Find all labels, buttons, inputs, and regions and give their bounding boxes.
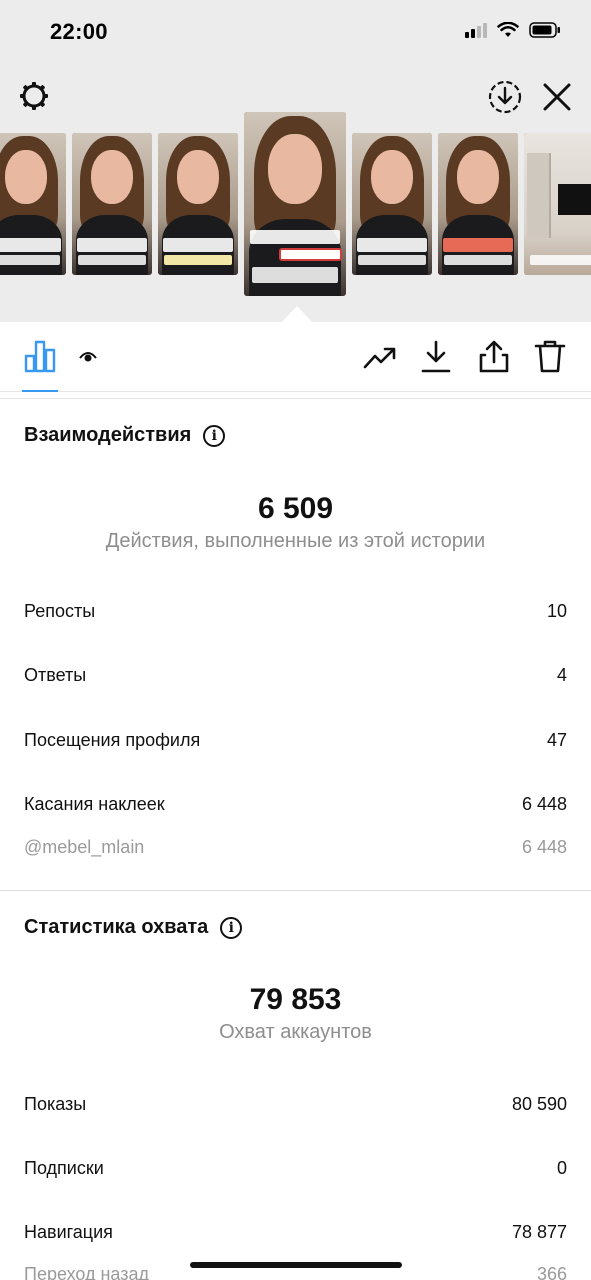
download-circle-icon[interactable]	[486, 78, 524, 116]
stat-label: Подписки	[24, 1158, 104, 1178]
status-bar: 22:00	[0, 0, 591, 64]
stat-sub-value: 6 448	[521, 837, 567, 857]
status-time: 22:00	[50, 19, 108, 44]
home-indicator[interactable]	[190, 1262, 402, 1268]
stat-row: Навигация 78 877	[24, 1222, 567, 1243]
stat-value: 6 448	[521, 794, 567, 814]
download-icon[interactable]	[416, 336, 456, 376]
stat-row: Подписки 0	[24, 1158, 567, 1179]
stat-sub-label[interactable]: @mebel_mlain	[24, 837, 144, 858]
stat-value: 47	[546, 730, 567, 750]
story-thumbnail[interactable]	[524, 133, 591, 275]
info-icon[interactable]: i	[203, 424, 226, 447]
stat-row: Ответы 4	[24, 665, 567, 686]
story-thumbnail[interactable]	[72, 133, 152, 275]
stat-value: 4	[556, 665, 567, 685]
stat-label: Репосты	[24, 601, 96, 621]
stat-value: 78 877	[511, 1222, 567, 1242]
share-icon[interactable]	[474, 336, 514, 376]
trash-icon[interactable]	[530, 336, 570, 376]
stat-label: Навигация	[24, 1222, 113, 1242]
story-thumbnail[interactable]	[352, 133, 432, 275]
close-icon[interactable]	[538, 78, 576, 116]
wifi-icon	[497, 22, 519, 37]
stat-row: Посещения профиля 47	[24, 730, 567, 751]
stat-value: 10	[546, 601, 567, 621]
reach-total: 79 853	[249, 983, 342, 1016]
interactions-title: Взаимодействия	[24, 424, 192, 446]
gear-icon[interactable]	[16, 78, 52, 114]
stat-row: Репосты 10	[24, 601, 567, 622]
stat-label: Показы	[24, 1094, 87, 1114]
section-divider	[0, 398, 591, 399]
story-thumbnail[interactable]	[158, 133, 238, 275]
stat-label: Посещения профиля	[24, 730, 201, 750]
story-thumbnail[interactable]	[0, 133, 66, 275]
eye-icon[interactable]	[76, 344, 100, 368]
insights-toolbar	[0, 322, 591, 392]
signal-icon	[465, 22, 487, 38]
selection-pointer	[282, 306, 312, 322]
bar-chart-icon[interactable]	[20, 336, 60, 376]
stat-row: Показы 80 590	[24, 1094, 567, 1115]
story-thumbnail-selected[interactable]	[244, 112, 346, 296]
stat-label: Ответы	[24, 665, 87, 685]
section-title-interactions: Взаимодействия i	[24, 424, 226, 447]
story-thumbnail-strip[interactable]	[0, 112, 591, 298]
active-tab-indicator	[22, 390, 58, 392]
stat-sub-row[interactable]: @mebel_mlain 6 448	[24, 837, 567, 858]
info-icon[interactable]: i	[220, 916, 243, 939]
section-title-reach: Статистика охвата i	[24, 916, 243, 939]
battery-icon	[529, 22, 560, 38]
stat-sub-label: Переход назад	[24, 1264, 150, 1280]
status-icons	[465, 22, 561, 38]
interactions-subtitle: Действия, выполненные из этой истории	[105, 530, 486, 552]
stat-label: Касания наклеек	[24, 794, 165, 814]
stat-value: 80 590	[511, 1094, 567, 1114]
story-thumbnail[interactable]	[438, 133, 518, 275]
stat-sub-value: 366	[536, 1264, 567, 1280]
trending-icon[interactable]	[360, 338, 400, 378]
stat-row: Касания наклеек 6 448	[24, 794, 567, 815]
section-divider	[0, 890, 591, 891]
stat-value: 0	[556, 1158, 567, 1178]
reach-subtitle: Охват аккаунтов	[219, 1021, 372, 1043]
interactions-total: 6 509	[257, 492, 334, 525]
reach-title: Статистика охвата	[24, 916, 209, 938]
story-preview-area: 22:00	[0, 0, 591, 322]
